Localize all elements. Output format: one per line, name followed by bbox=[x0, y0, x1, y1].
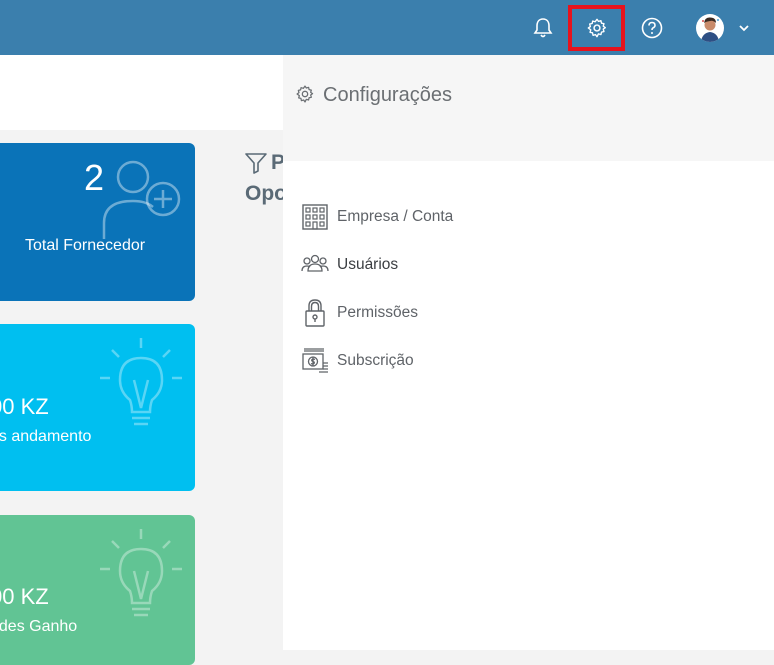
money-icon bbox=[302, 348, 328, 373]
page-header-area bbox=[0, 55, 300, 130]
lightbulb-icon bbox=[100, 338, 182, 426]
stat-card-in-progress[interactable]: 00 KZ es andamento bbox=[0, 324, 195, 491]
stat-card-won[interactable]: 00 KZ ades Ganho bbox=[0, 515, 195, 665]
gear-icon[interactable] bbox=[582, 13, 612, 43]
menu-item-users[interactable]: Usuários bbox=[301, 249, 398, 281]
users-icon bbox=[301, 254, 329, 272]
card-value: 00 KZ bbox=[0, 394, 49, 419]
filter-heading-line2: Opo bbox=[245, 182, 287, 205]
filter-heading: P Opo bbox=[245, 147, 287, 209]
card-label: es andamento bbox=[0, 428, 92, 445]
menu-item-permissions[interactable]: Permissões bbox=[301, 297, 418, 329]
menu-item-subscription[interactable]: Subscrição bbox=[301, 345, 414, 377]
menu-item-company-account[interactable]: Empresa / Conta bbox=[301, 201, 453, 233]
add-user-icon bbox=[102, 160, 181, 239]
menu-item-label: Empresa / Conta bbox=[337, 208, 454, 225]
filter-icon bbox=[245, 152, 267, 174]
menu-item-label: Usuários bbox=[337, 256, 399, 273]
stat-card-suppliers[interactable]: 2 Total Fornecedor bbox=[0, 143, 195, 301]
bell-icon[interactable] bbox=[528, 13, 558, 43]
top-navigation-bar bbox=[0, 0, 774, 55]
lock-icon bbox=[305, 299, 325, 327]
lightbulb-icon bbox=[100, 529, 182, 617]
avatar[interactable] bbox=[696, 14, 724, 42]
chevron-down-icon[interactable] bbox=[730, 13, 758, 43]
settings-dropdown-title: Configurações bbox=[323, 84, 452, 106]
building-icon bbox=[302, 204, 328, 230]
gear-icon bbox=[296, 85, 314, 103]
settings-dropdown-header: Configurações bbox=[283, 55, 774, 161]
card-value: 00 KZ bbox=[0, 584, 49, 609]
settings-dropdown: Configurações Empresa / Conta Usuários P… bbox=[283, 55, 774, 650]
card-label: ades Ganho bbox=[0, 618, 78, 635]
menu-item-label: Subscrição bbox=[337, 352, 414, 369]
menu-item-label: Permissões bbox=[337, 304, 418, 321]
card-label: Total Fornecedor bbox=[25, 237, 146, 254]
question-circle-icon[interactable] bbox=[637, 13, 667, 43]
card-value: 2 bbox=[84, 157, 105, 198]
